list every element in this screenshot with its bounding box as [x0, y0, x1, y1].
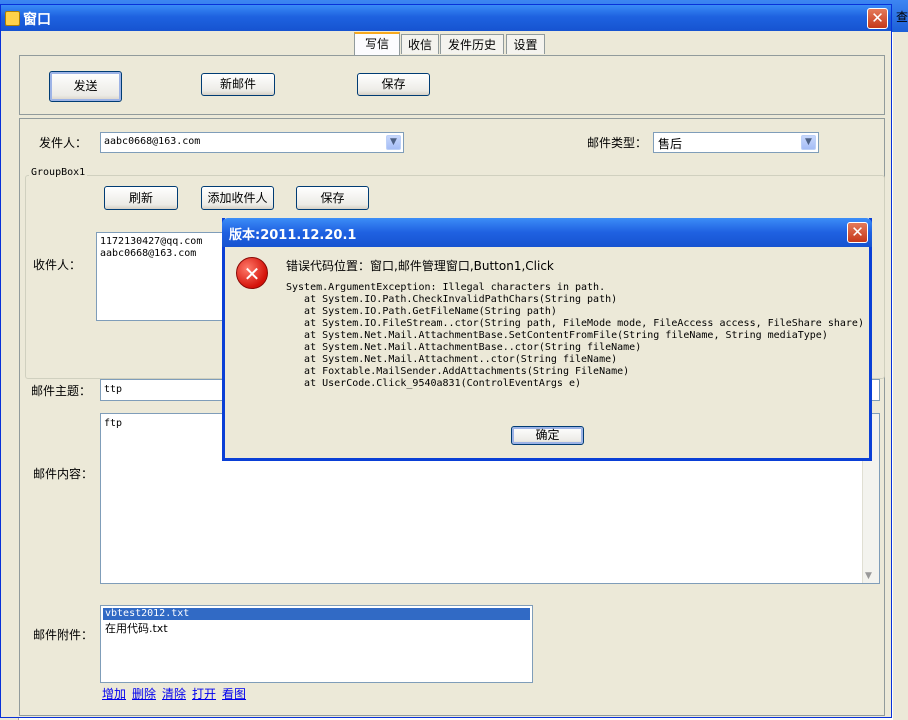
mail-type-combobox[interactable]: 售后 ▼	[653, 132, 819, 153]
clear-attachments-link[interactable]: 清除	[162, 685, 186, 702]
open-attachment-link[interactable]: 打开	[192, 685, 216, 702]
trace-line: at System.Net.Mail.AttachmentBase..ctor(…	[286, 342, 642, 353]
dialog-close-button[interactable]: ✕	[847, 222, 868, 243]
toolbar-panel	[19, 55, 885, 115]
attachments-label: 邮件附件：	[33, 628, 94, 642]
add-attachment-link[interactable]: 增加	[102, 685, 126, 702]
error-location: 错误代码位置：窗口,邮件管理窗口,Button1,Click	[286, 259, 554, 273]
add-recipient-button[interactable]: 添加收件人	[201, 186, 274, 210]
stack-trace: System.ArgumentException: Illegal charac…	[286, 282, 864, 390]
chevron-down-icon[interactable]: ▼	[801, 135, 816, 150]
window-close-button[interactable]: ✕	[867, 8, 888, 29]
content-label: 邮件内容：	[33, 467, 94, 481]
background-right-strip	[893, 32, 908, 720]
chevron-down-icon[interactable]: ▼	[386, 135, 401, 150]
trace-line: at System.Net.Mail.Attachment..ctor(Stri…	[286, 354, 618, 365]
tab-compose[interactable]: 写信	[354, 32, 400, 55]
close-icon: ✕	[871, 9, 884, 27]
subject-value: ttp	[104, 384, 123, 395]
refresh-button[interactable]: 刷新	[104, 186, 178, 210]
group-save-button[interactable]: 保存	[296, 186, 369, 210]
mail-type-value: 售后	[658, 137, 683, 151]
recipient-list[interactable]: 1172130427@qq.com aabc0668@163.com	[96, 232, 236, 321]
attachments-list[interactable]: vbtest2012.txt 在用代码.txt	[100, 605, 533, 683]
send-button[interactable]: 发送	[49, 71, 122, 102]
trace-line: at System.Net.Mail.AttachmentBase.SetCon…	[286, 330, 828, 341]
ok-button[interactable]: 确定	[511, 426, 584, 445]
sender-value: aabc0668@163.com	[104, 136, 201, 147]
tab-sent-history[interactable]: 发件历史	[440, 34, 504, 54]
window-title: 窗口	[23, 12, 51, 28]
list-item[interactable]: 在用代码.txt	[105, 620, 168, 636]
list-item-selected[interactable]: vbtest2012.txt	[103, 608, 530, 620]
trace-line: at Foxtable.MailSender.AddAttachments(St…	[286, 366, 630, 377]
trace-line: at System.IO.Path.CheckInvalidPathChars(…	[286, 294, 618, 305]
trace-line: at UserCode.Click_9540a831(ControlEventA…	[286, 378, 582, 389]
tab-settings[interactable]: 设置	[506, 34, 545, 54]
tab-inbox[interactable]: 收信	[401, 34, 439, 54]
toolbar-save-button[interactable]: 保存	[357, 73, 430, 96]
background-fragment-right: 查	[896, 10, 908, 24]
recipient-label: 收件人：	[33, 258, 82, 272]
sender-combobox[interactable]: aabc0668@163.com ▼	[100, 132, 404, 153]
content-value: ftp	[104, 418, 123, 429]
trace-line: at System.IO.Path.GetFileName(String pat…	[286, 306, 557, 317]
trace-line: System.ArgumentException: Illegal charac…	[286, 282, 606, 293]
view-image-link[interactable]: 看图	[222, 685, 246, 702]
dialog-title: 版本:2011.12.20.1	[229, 228, 357, 243]
list-item[interactable]: aabc0668@163.com	[100, 248, 196, 259]
trace-line: at System.IO.FileStream..ctor(String pat…	[286, 318, 864, 329]
new-mail-button[interactable]: 新邮件	[201, 73, 275, 96]
delete-attachment-link[interactable]: 删除	[132, 685, 156, 702]
list-item[interactable]: 1172130427@qq.com	[100, 236, 202, 247]
dialog-titlebar: 版本:2011.12.20.1 ✕	[222, 218, 872, 247]
subject-label: 邮件主题：	[31, 384, 92, 398]
window-app-icon	[5, 11, 20, 26]
window-titlebar: 窗口 ✕	[1, 5, 891, 31]
chevron-down-icon[interactable]: ▼	[865, 571, 872, 581]
groupbox-title: GroupBox1	[29, 167, 88, 178]
error-icon: ✕	[236, 257, 268, 289]
sender-label: 发件人：	[39, 136, 88, 150]
close-icon: ✕	[851, 223, 864, 241]
mail-type-label: 邮件类型：	[587, 136, 648, 150]
